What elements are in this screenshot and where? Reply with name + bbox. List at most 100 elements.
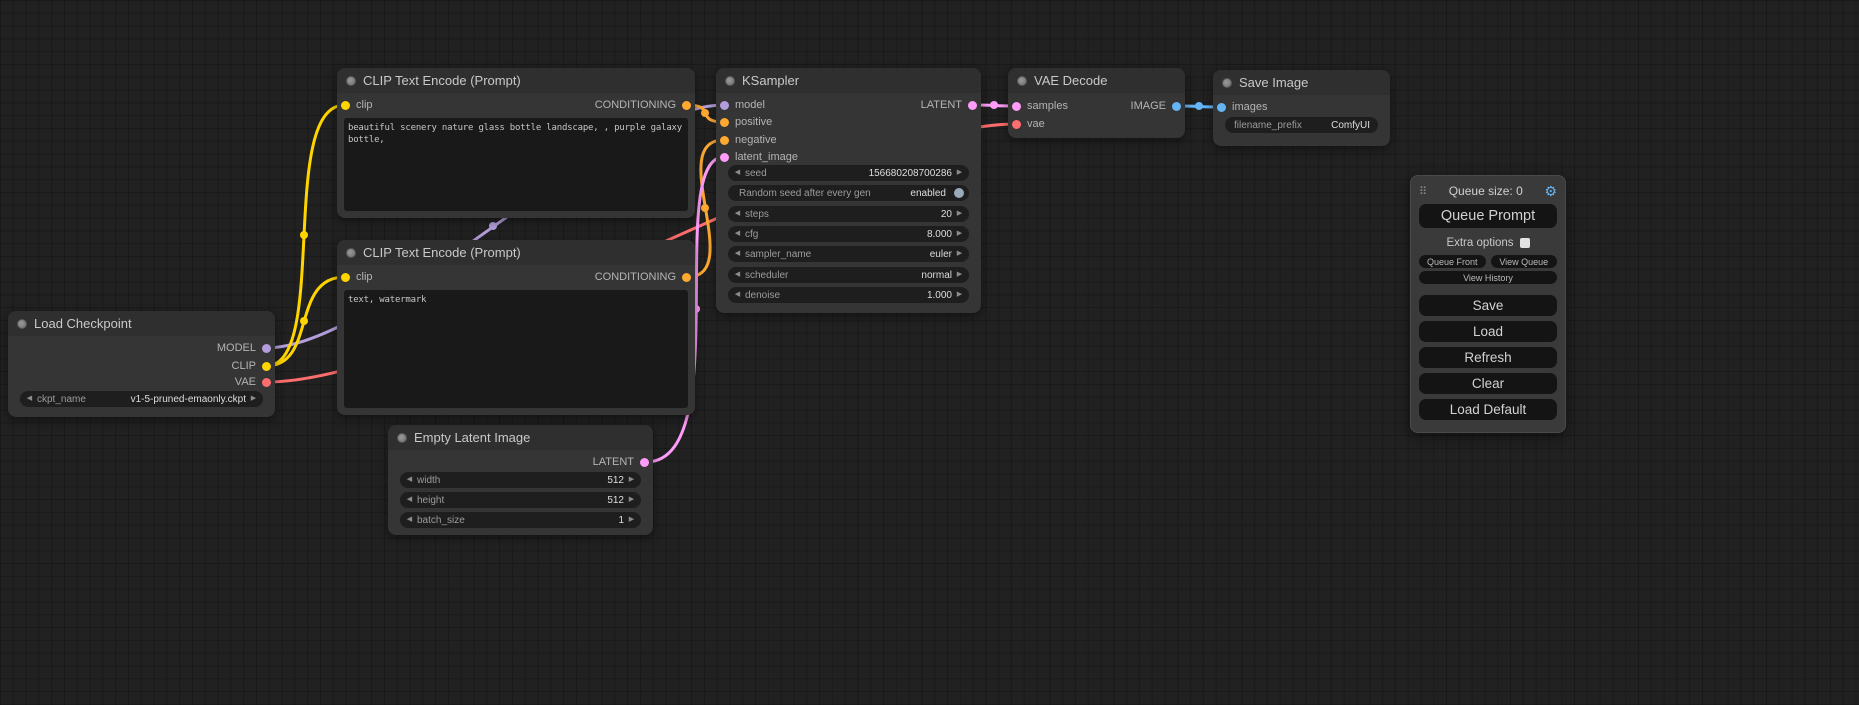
output-port-clip[interactable] — [262, 362, 271, 371]
gear-icon[interactable]: ⚙ — [1544, 183, 1557, 200]
node-load-checkpoint[interactable]: Load Checkpoint MODEL CLIP VAE ◀ ckpt_na… — [8, 311, 275, 417]
queue-menu-panel[interactable]: ⠿ Queue size: 0 ⚙ Queue Prompt Extra opt… — [1410, 175, 1566, 433]
widget-ckpt-name[interactable]: ◀ ckpt_name v1-5-pruned-emaonly.ckpt ▶ — [20, 391, 263, 407]
stepper-left-icon[interactable]: ◀ — [733, 287, 742, 303]
input-port-latent-image[interactable] — [720, 153, 729, 162]
node-clip-text-encode-negative[interactable]: CLIP Text Encode (Prompt) clip CONDITION… — [337, 240, 695, 415]
collapse-dot[interactable] — [1017, 76, 1027, 86]
output-port-image[interactable] — [1172, 102, 1181, 111]
negative-prompt-textarea[interactable]: text, watermark — [344, 290, 688, 408]
clip-negative-title-bar[interactable]: CLIP Text Encode (Prompt) — [337, 240, 695, 265]
output-port-model[interactable] — [262, 344, 271, 353]
widget-scheduler[interactable]: ◀ scheduler normal ▶ — [728, 267, 969, 283]
stepper-left-icon[interactable]: ◀ — [405, 512, 414, 528]
input-port-positive[interactable] — [720, 118, 729, 127]
stepper-right-icon[interactable]: ▶ — [955, 287, 964, 303]
collapse-dot[interactable] — [725, 76, 735, 86]
collapse-dot[interactable] — [17, 319, 27, 329]
widget-filename-prefix[interactable]: filename_prefix ComfyUI — [1225, 117, 1378, 133]
widget-batch-size[interactable]: ◀ batch_size 1 ▶ — [400, 512, 641, 528]
clip-positive-title-bar[interactable]: CLIP Text Encode (Prompt) — [337, 68, 695, 93]
stepper-right-icon[interactable]: ▶ — [955, 246, 964, 262]
output-port-conditioning[interactable] — [682, 273, 691, 282]
output-port-latent[interactable] — [968, 101, 977, 110]
output-port-vae[interactable] — [262, 378, 271, 387]
output-port-conditioning[interactable] — [682, 101, 691, 110]
load-checkpoint-title-bar[interactable]: Load Checkpoint — [8, 311, 275, 336]
save-button[interactable]: Save — [1419, 295, 1557, 316]
collapse-dot[interactable] — [346, 248, 356, 258]
widget-random-seed-toggle[interactable]: Random seed after every gen enabled — [728, 185, 969, 201]
input-port-images[interactable] — [1217, 103, 1226, 112]
stepper-right-icon[interactable]: ▶ — [627, 512, 636, 528]
collapse-dot[interactable] — [1222, 78, 1232, 88]
widget-denoise[interactable]: ◀ denoise 1.000 ▶ — [728, 287, 969, 303]
node-ksampler[interactable]: KSampler model positive negative latent_… — [716, 68, 981, 313]
collapse-dot[interactable] — [346, 76, 356, 86]
node-title: Save Image — [1239, 75, 1308, 90]
node-empty-latent-image[interactable]: Empty Latent Image LATENT ◀ width 512 ▶ … — [388, 425, 653, 535]
stepper-right-icon[interactable]: ▶ — [955, 267, 964, 283]
empty-latent-title-bar[interactable]: Empty Latent Image — [388, 425, 653, 450]
widget-seed[interactable]: ◀ seed 156680208700286 ▶ — [728, 165, 969, 181]
output-slot-model: MODEL — [217, 339, 271, 357]
collapse-dot[interactable] — [397, 433, 407, 443]
widget-steps[interactable]: ◀ steps 20 ▶ — [728, 206, 969, 222]
stepper-left-icon[interactable]: ◀ — [405, 472, 414, 488]
node-save-image[interactable]: Save Image images filename_prefix ComfyU… — [1213, 70, 1390, 146]
widget-cfg[interactable]: ◀ cfg 8.000 ▶ — [728, 226, 969, 242]
stepper-left-icon[interactable]: ◀ — [733, 267, 742, 283]
node-clip-text-encode-positive[interactable]: CLIP Text Encode (Prompt) clip CONDITION… — [337, 68, 695, 218]
stepper-left-icon[interactable]: ◀ — [733, 246, 742, 262]
stepper-left-icon[interactable]: ◀ — [25, 391, 34, 407]
output-label: LATENT — [593, 456, 634, 468]
stepper-right-icon[interactable]: ▶ — [627, 472, 636, 488]
save-image-title-bar[interactable]: Save Image — [1213, 70, 1390, 95]
input-slot-negative: negative — [720, 131, 777, 149]
stepper-right-icon[interactable]: ▶ — [955, 226, 964, 242]
widget-name: batch_size — [417, 515, 465, 526]
stepper-right-icon[interactable]: ▶ — [627, 492, 636, 508]
stepper-left-icon[interactable]: ◀ — [733, 226, 742, 242]
input-slot-vae: vae — [1012, 115, 1045, 133]
queue-prompt-button[interactable]: Queue Prompt — [1419, 204, 1557, 228]
stepper-right-icon[interactable]: ▶ — [955, 206, 964, 222]
view-history-button[interactable]: View History — [1419, 271, 1557, 284]
input-port-negative[interactable] — [720, 136, 729, 145]
stepper-left-icon[interactable]: ◀ — [733, 165, 742, 181]
widget-name: denoise — [745, 290, 780, 301]
link-midpoint-dot — [990, 101, 998, 109]
input-port-vae[interactable] — [1012, 120, 1021, 129]
input-port-clip[interactable] — [341, 101, 350, 110]
input-port-model[interactable] — [720, 101, 729, 110]
input-port-clip[interactable] — [341, 273, 350, 282]
positive-prompt-textarea[interactable]: beautiful scenery nature glass bottle la… — [344, 118, 688, 211]
widget-height[interactable]: ◀ height 512 ▶ — [400, 492, 641, 508]
extra-options-checkbox[interactable] — [1520, 238, 1530, 248]
widget-value: 1.000 — [927, 290, 952, 301]
input-port-samples[interactable] — [1012, 102, 1021, 111]
ksampler-title-bar[interactable]: KSampler — [716, 68, 981, 93]
refresh-button[interactable]: Refresh — [1419, 347, 1557, 368]
widget-name: cfg — [745, 229, 758, 240]
widget-sampler-name[interactable]: ◀ sampler_name euler ▶ — [728, 246, 969, 262]
clear-button[interactable]: Clear — [1419, 373, 1557, 394]
widget-width[interactable]: ◀ width 512 ▶ — [400, 472, 641, 488]
vae-decode-title-bar[interactable]: VAE Decode — [1008, 68, 1185, 93]
node-title: Empty Latent Image — [414, 430, 530, 445]
toggle-knob[interactable] — [954, 188, 964, 198]
node-vae-decode[interactable]: VAE Decode samples vae IMAGE — [1008, 68, 1185, 138]
widget-value: normal — [921, 270, 952, 281]
view-queue-button[interactable]: View Queue — [1491, 255, 1558, 268]
output-port-latent[interactable] — [640, 458, 649, 467]
drag-handle-icon[interactable]: ⠿ — [1419, 185, 1427, 198]
stepper-left-icon[interactable]: ◀ — [405, 492, 414, 508]
load-default-button[interactable]: Load Default — [1419, 399, 1557, 420]
node-editor-canvas[interactable]: Load Checkpoint MODEL CLIP VAE ◀ ckpt_na… — [0, 0, 1859, 705]
queue-front-button[interactable]: Queue Front — [1419, 255, 1486, 268]
widget-name: scheduler — [745, 270, 788, 281]
stepper-right-icon[interactable]: ▶ — [955, 165, 964, 181]
load-button[interactable]: Load — [1419, 321, 1557, 342]
stepper-left-icon[interactable]: ◀ — [733, 206, 742, 222]
stepper-right-icon[interactable]: ▶ — [249, 391, 258, 407]
